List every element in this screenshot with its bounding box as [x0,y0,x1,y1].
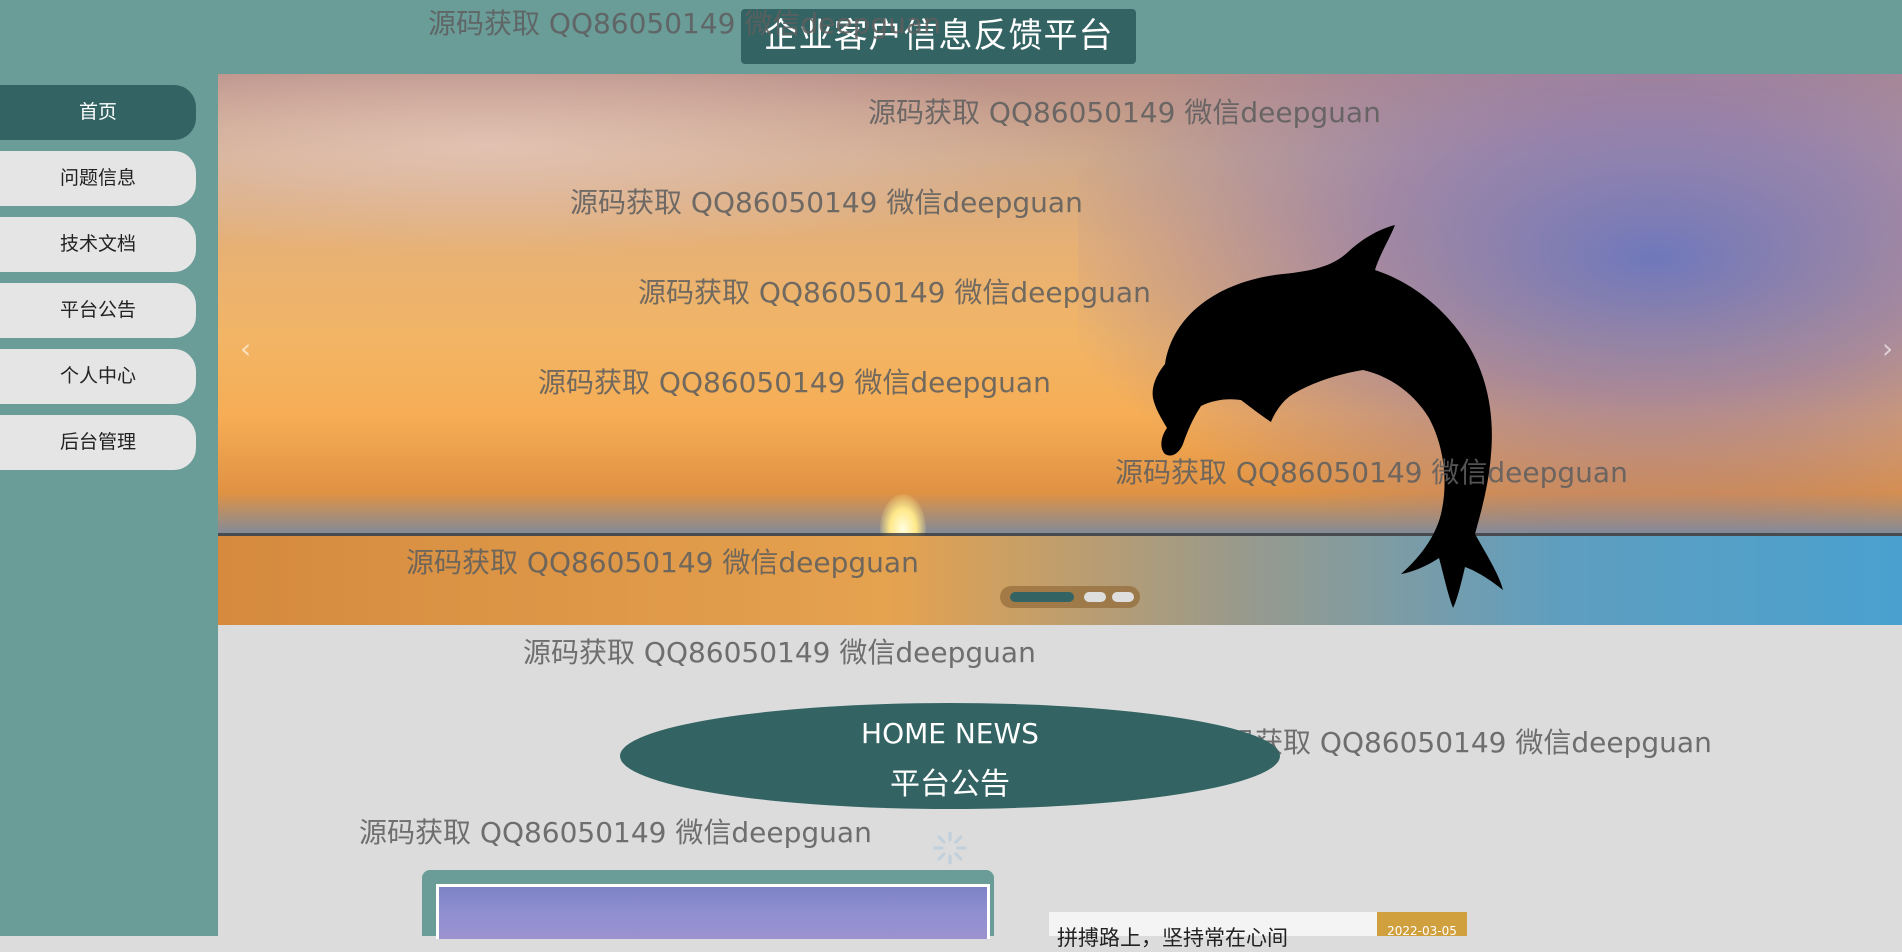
news-heading-en: HOME NEWS [861,717,1039,750]
carousel-prev-icon[interactable]: ‹ [240,332,251,365]
top-bar: 企业客户信息反馈平台 [0,0,1902,74]
site-title: 企业客户信息反馈平台 [741,9,1136,64]
carousel-dot-3[interactable] [1112,592,1134,602]
news-featured-image[interactable] [436,884,990,939]
carousel-dot-2[interactable] [1084,592,1106,602]
news-section-heading: HOME NEWS 平台公告 [620,703,1280,809]
banner-sky-glow [218,74,1118,254]
loading-spinner-icon [933,831,967,865]
watermark-text: 源码获取 QQ86050149 微信deepguan [359,816,872,849]
carousel-indicators [1000,586,1140,608]
nav-item-issues[interactable]: 问题信息 [0,151,196,206]
news-list-item[interactable]: 拼搏路上，坚持常在心间 2022-03-05 [1049,912,1467,950]
banner-carousel[interactable]: ‹ › [218,74,1902,625]
nav-item-profile[interactable]: 个人中心 [0,349,196,404]
dolphin-image [1152,225,1503,608]
nav-item-announcements[interactable]: 平台公告 [0,283,196,338]
sidebar-nav: 首页 问题信息 技术文档 平台公告 个人中心 后台管理 [0,74,218,936]
news-item-title[interactable]: 拼搏路上，坚持常在心间 [1057,922,1288,952]
nav-item-admin[interactable]: 后台管理 [0,415,196,470]
news-item-date: 2022-03-05 [1377,912,1467,938]
news-heading-cn: 平台公告 [890,767,1010,802]
nav-item-home[interactable]: 首页 [0,85,196,140]
news-featured-card[interactable] [422,870,994,939]
watermark-text: 源码获取 QQ86050149 微信deepguan [523,636,1036,669]
carousel-next-icon[interactable]: › [1882,332,1893,365]
carousel-dot-1[interactable] [1010,592,1074,602]
nav-item-tech-docs[interactable]: 技术文档 [0,217,196,272]
banner-sea [218,536,1902,625]
